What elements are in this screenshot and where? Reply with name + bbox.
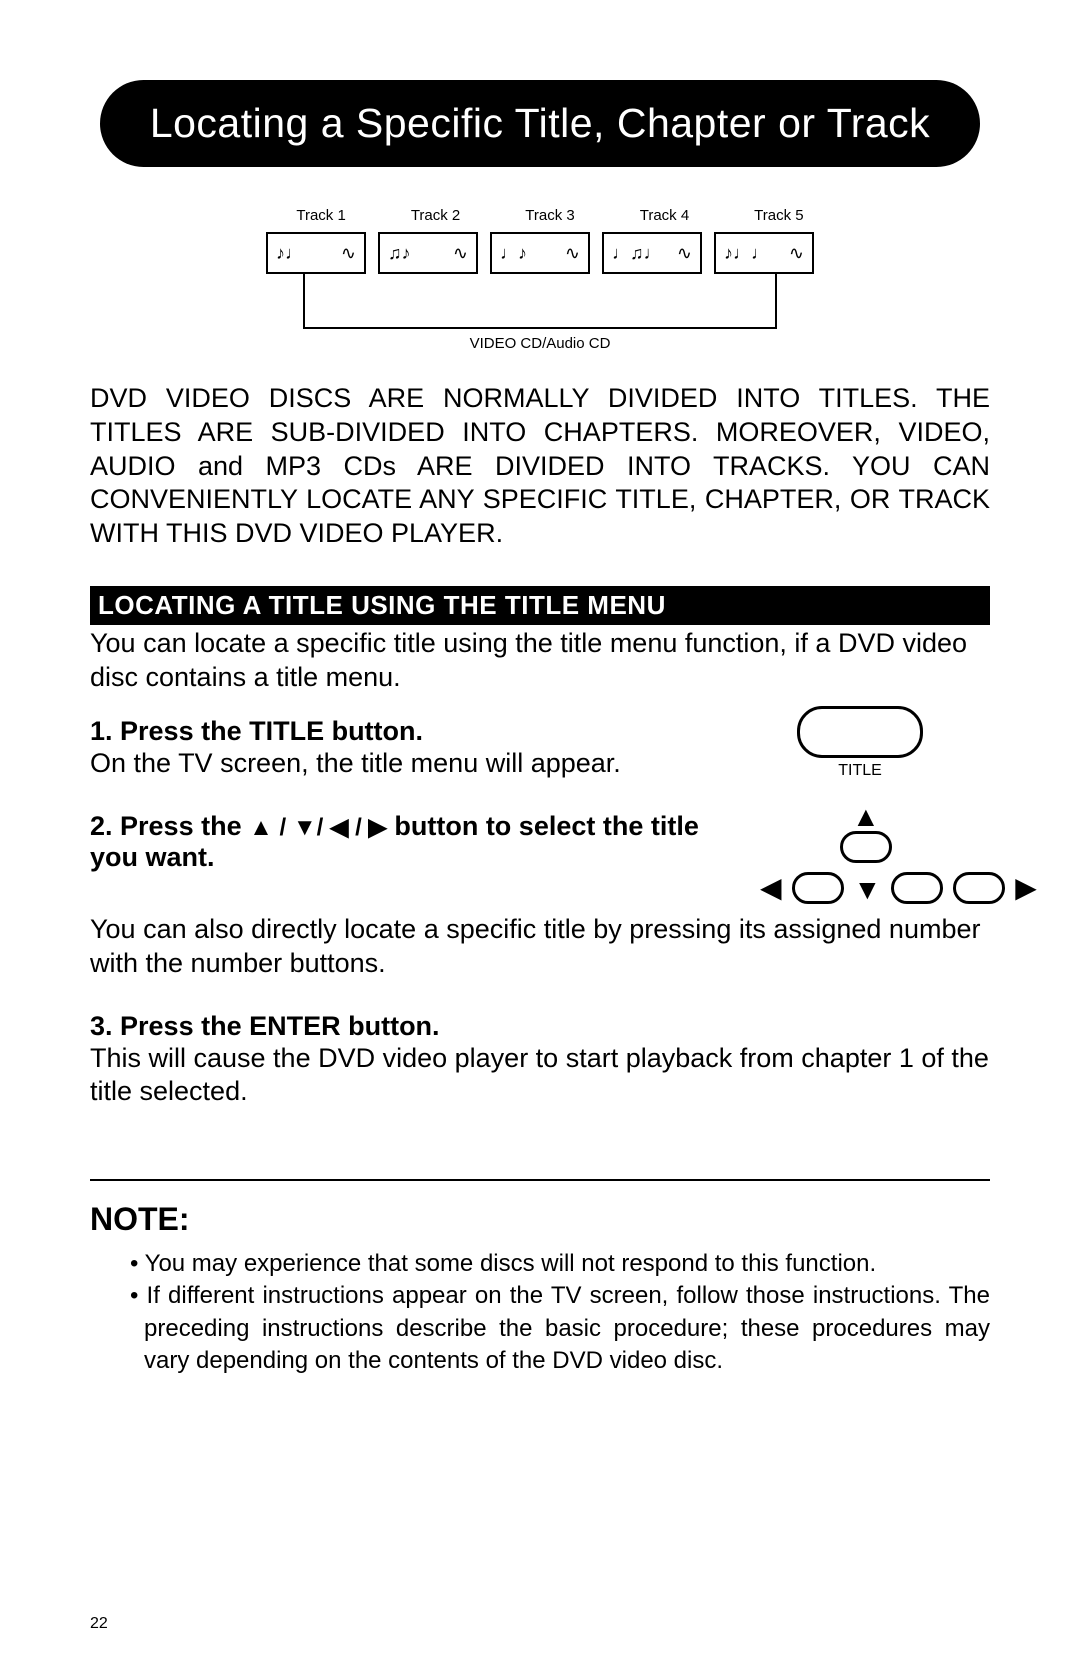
track-label: Track 5 — [754, 207, 803, 224]
track-box: ♩♪∿ — [490, 232, 590, 274]
track-box: ♪♩♩∿ — [714, 232, 814, 274]
arrow-left-icon: ◀ — [760, 871, 782, 904]
button-right-icon — [953, 872, 1005, 904]
page-title: Locating a Specific Title, Chapter or Tr… — [100, 80, 980, 167]
track-label: Track 1 — [296, 207, 345, 224]
title-button-icon — [797, 706, 923, 758]
button-up-icon — [840, 831, 892, 863]
arrow-down-icon: ▼ — [854, 874, 882, 906]
note-item: • If different instructions appear on th… — [130, 1280, 990, 1377]
track-label: Track 4 — [640, 207, 689, 224]
track-box: ♫♪∿ — [378, 232, 478, 274]
arrow-keys-icon: ▲ / ▼/ ◀ / ▶ — [249, 813, 387, 842]
step-2-heading: 2. Press the ▲ / ▼/ ◀ / ▶ button to sele… — [90, 811, 730, 873]
dpad-graphic: ▲ ◀ ▼ ▶ — [760, 801, 970, 931]
title-button-graphic: TITLE — [790, 706, 930, 780]
track-box: ♪♩∿ — [266, 232, 366, 274]
divider — [90, 1179, 990, 1181]
arrow-right-icon: ▶ — [1015, 871, 1037, 904]
track-box: ♩♫♩∿ — [602, 232, 702, 274]
section-intro: You can locate a specific title using th… — [90, 627, 990, 695]
page-number: 22 — [90, 1615, 108, 1633]
title-button-label: TITLE — [790, 762, 930, 780]
intro-paragraph: DVD VIDEO DISCS ARE NORMALLY DIVIDED INT… — [90, 382, 990, 551]
track-label: Track 2 — [411, 207, 460, 224]
note-heading: NOTE: — [90, 1201, 990, 1238]
arrow-up-icon: ▲ — [852, 801, 880, 833]
step-3-text: This will cause the DVD video player to … — [90, 1042, 990, 1110]
track-diagram: Track 1 Track 2 Track 3 Track 4 Track 5 … — [90, 207, 990, 352]
step-3-heading: 3. Press the ENTER button. — [90, 1011, 990, 1042]
diagram-footer: VIDEO CD/Audio CD — [90, 335, 990, 352]
button-down-icon — [891, 872, 943, 904]
note-item: • You may experience that some discs wil… — [130, 1248, 990, 1280]
note-list: • You may experience that some discs wil… — [130, 1248, 990, 1378]
track-label: Track 3 — [525, 207, 574, 224]
button-left-icon — [792, 872, 844, 904]
section-heading: LOCATING A TITLE USING THE TITLE MENU — [90, 586, 990, 625]
